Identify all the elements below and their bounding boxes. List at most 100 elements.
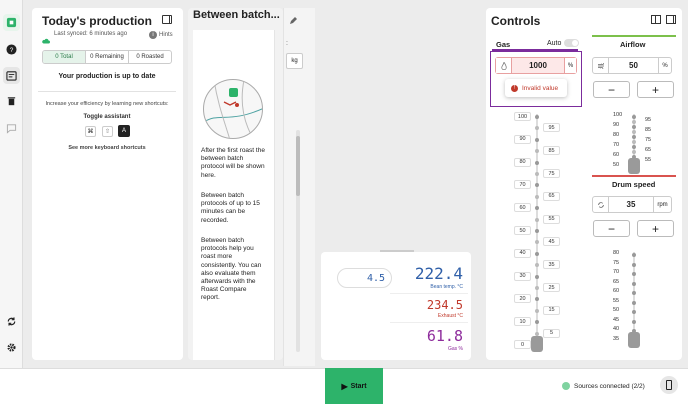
logo-icon[interactable] (3, 14, 20, 31)
slider-tick-dot (632, 115, 636, 119)
auto-toggle[interactable] (564, 39, 579, 47)
drum-speed-value: 35 (626, 200, 636, 209)
reading-input[interactable]: 4.5 (337, 268, 392, 288)
info-icon[interactable]: i (149, 31, 157, 39)
slider-tick-dot (535, 240, 539, 245)
start-button[interactable]: ▶ Start (325, 368, 383, 404)
slider-tick-dot (535, 149, 539, 154)
command-key: ⌘ (85, 126, 96, 137)
sync-icon[interactable] (3, 313, 20, 330)
bean-temp-label: Bean temp. °C (430, 284, 463, 290)
slider-tick-label: 50 (514, 226, 531, 235)
slider-tick-dot (535, 229, 539, 233)
collapse-panel-icon[interactable] (162, 15, 172, 24)
slider-tick-dot (535, 251, 539, 256)
production-tabs: 0 Total 0 Remaining 0 Roasted (42, 50, 172, 64)
chat-icon[interactable] (3, 120, 20, 137)
invalid-value-text: Invalid value (522, 84, 559, 92)
status-dot-icon (562, 382, 570, 390)
airflow-slider[interactable]: 100 90 80 70 60 50 95 85 75 65 55 (600, 112, 670, 174)
slider-tick-label: 45 (543, 237, 560, 247)
settings-gear-icon[interactable] (3, 339, 20, 356)
slider-tick-dot (632, 253, 636, 257)
invalid-value-tooltip: ! Invalid value (505, 79, 567, 97)
svg-text:?: ? (10, 47, 14, 54)
slider-thumb[interactable] (628, 158, 640, 174)
slider-tick-label: 65 (613, 278, 620, 285)
airflow-input-value: 50 (629, 61, 638, 70)
slider-tick-label: 85 (543, 146, 560, 156)
drum-minus-button[interactable]: − (593, 220, 630, 237)
error-icon: ! (511, 84, 518, 92)
slider-tick-label: 5 (543, 328, 560, 338)
tab-total[interactable]: 0 Total (43, 51, 86, 63)
slider-tick-label: 80 (613, 250, 620, 256)
gas-input-value: 1000 (529, 61, 547, 70)
roaster-icon[interactable] (3, 93, 20, 110)
drum-speed-slider[interactable]: 80 75 70 65 60 55 50 45 40 35 (600, 250, 670, 348)
slider-tick-dot (632, 135, 636, 139)
slider-tick-label: 40 (613, 326, 620, 333)
scrollbar-thumb[interactable] (296, 136, 300, 196)
edit-pencil-icon[interactable] (288, 13, 298, 24)
between-batch-text-2: Between batch protocols of up to 15 minu… (201, 192, 260, 224)
airflow-color-bar (592, 35, 676, 37)
tab-remaining[interactable]: 0 Remaining (86, 51, 129, 63)
slider-tick-label: 25 (543, 283, 560, 292)
slider-tick-label: 40 (514, 248, 531, 258)
slider-tick-dot (632, 291, 636, 296)
help-icon[interactable]: ? (3, 41, 20, 58)
slider-tick-label: 45 (613, 316, 620, 323)
slider-tick-dot (632, 145, 636, 149)
collapse-controls-icon[interactable] (666, 15, 676, 24)
slider-tick-label: 80 (514, 157, 531, 167)
slider-tick-label: 55 (543, 214, 560, 224)
gas-slider[interactable]: 100 90 80 70 60 50 40 30 20 10 0 95 85 75 65 55 45 35 25 15… (510, 112, 570, 352)
drum-speed-input[interactable]: 35 rpm (592, 196, 672, 213)
slider-tick-dot (632, 300, 636, 305)
layout-split-icon[interactable] (651, 15, 661, 24)
between-batch-text-3: Between batch protocols help you roast m… (201, 237, 262, 302)
slider-tick-dot (535, 160, 539, 165)
airflow-plus-button[interactable]: + (637, 81, 674, 98)
airflow-input[interactable]: 50 % (592, 57, 672, 74)
slider-tick-dot (535, 286, 539, 290)
controls-title: Controls (491, 14, 541, 28)
slider-tick-label: 90 (613, 122, 620, 128)
play-icon: ▶ (341, 381, 348, 391)
slider-tick-dot (632, 272, 636, 277)
production-title: Today's production (42, 14, 152, 28)
drum-color-bar (592, 175, 676, 177)
reading-input-value: 4.5 (366, 273, 385, 284)
slider-thumb[interactable] (628, 332, 640, 348)
slider-tick-dot (632, 310, 636, 315)
more-shortcuts-link[interactable]: See more keyboard shortcuts (38, 145, 176, 151)
slider-tick-dot (632, 125, 636, 129)
airflow-minus-button[interactable]: − (593, 81, 630, 98)
slider-thumb[interactable] (531, 336, 543, 352)
flame-icon (496, 58, 512, 73)
slider-tick-label: 35 (613, 336, 620, 342)
slider-tick-label: 95 (543, 123, 560, 133)
colon-label: : (286, 40, 288, 47)
slider-tick-label: 70 (613, 142, 620, 148)
slider-tick-dot (535, 206, 539, 211)
left-rail: ? (0, 0, 23, 368)
scrollbar-track[interactable] (296, 130, 300, 352)
slider-tick-label: 75 (543, 169, 560, 178)
device-icon[interactable] (660, 376, 678, 394)
airflow-label: Airflow (620, 40, 646, 49)
slider-tick-label: 10 (514, 317, 531, 327)
drum-plus-button[interactable]: + (637, 220, 674, 237)
tab-roasted[interactable]: 0 Roasted (129, 51, 171, 63)
slider-tick-label: 50 (613, 307, 620, 314)
slider-tick-label: 70 (613, 269, 620, 276)
slider-tick-dot (535, 274, 539, 279)
sync-status: Last synced: 6 minutes ago (54, 31, 128, 37)
sources-status: Sources connected (2/2) (574, 383, 645, 390)
hints-link[interactable]: Hints (159, 32, 173, 38)
gas-input[interactable]: 1000 % (495, 57, 577, 74)
slider-tick-label: 15 (543, 305, 560, 315)
production-icon[interactable] (3, 67, 20, 84)
slider-tick-dot (535, 137, 539, 142)
